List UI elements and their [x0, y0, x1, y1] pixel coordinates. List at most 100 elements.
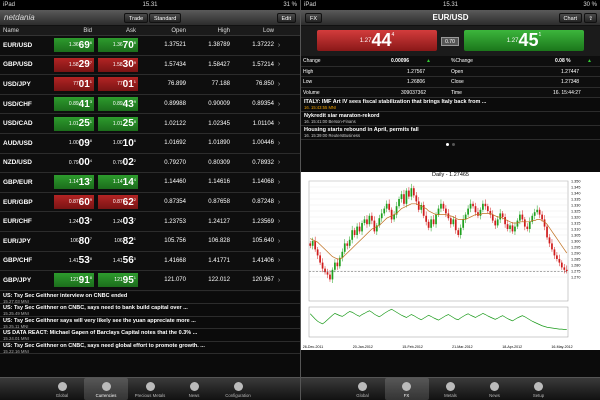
bid-prefix: 1.36 [68, 42, 79, 49]
tab-currencies[interactable]: Currencies [84, 378, 128, 400]
quote-row[interactable]: USD/JPY 77 01 1 77 01 1 76.899 77.188 76.850 › [0, 75, 300, 95]
ask-quote-cell[interactable]: 0.79 02 2 [98, 156, 138, 170]
tab-fx[interactable]: FX [384, 378, 429, 400]
quote-row[interactable]: GBP/EUR 1.14 13 2 1.14 14 4 1.14460 1.14616 1.140… [0, 173, 300, 193]
bid-quote-cell[interactable]: 1.36 69 6 [54, 38, 94, 53]
tab-precious-metals[interactable]: Precious Metals [128, 378, 172, 400]
news-item[interactable]: US: Tsy Sec Geithner says will very like… [0, 317, 300, 330]
chevron-right-icon[interactable]: › [274, 101, 284, 108]
trade-button[interactable]: Trade [124, 13, 149, 23]
chevron-right-icon[interactable]: › [274, 81, 284, 88]
edit-button[interactable]: Edit [276, 13, 296, 23]
ask-quote-cell[interactable]: 1.58 30 9 [98, 57, 138, 72]
page-dot-2[interactable] [452, 142, 455, 146]
page-dot-1[interactable] [446, 142, 449, 146]
quote-row[interactable]: AUD/USD 1.00 09 8 1.00 10 6 1.01692 1.01890 1.004… [0, 133, 300, 154]
chevron-right-icon[interactable]: › [274, 257, 284, 264]
ask-quote-cell[interactable]: 1.14 14 4 [98, 175, 138, 190]
bid-quote-cell[interactable]: 121 91 8 [54, 273, 94, 288]
bid-quote-cell[interactable]: 1.01 25 1 [54, 116, 94, 131]
quote-row[interactable]: USD/CHF 0.89 41 3 0.89 43 9 0.89988 0.90009 0.893… [0, 94, 300, 115]
quote-row[interactable]: EUR/GBP 0.87 60 9 0.87 62 2 0.87354 0.87658 0.872… [0, 192, 300, 213]
bid-quote-cell[interactable]: 1.58 29 7 [54, 57, 94, 72]
bid-quote-cell[interactable]: 0.87 60 9 [54, 195, 94, 210]
bid-quote-cell[interactable]: 1.24 03 8 [54, 215, 94, 229]
chevron-right-icon[interactable]: › [274, 238, 284, 245]
candle-body [403, 194, 405, 204]
ask-quote-cell[interactable]: 0.89 43 9 [98, 97, 138, 112]
bid-quote-cell[interactable]: 1.00 09 8 [54, 136, 94, 150]
tab-configuration[interactable]: Configuration [216, 378, 260, 400]
chevron-right-icon[interactable]: › [274, 42, 284, 49]
bid-quote-cell[interactable]: 1.14 13 2 [54, 175, 94, 190]
bid-quote-cell[interactable]: 106 80 7 [54, 234, 94, 248]
ask-quote-cell[interactable]: 1.24 03 7 [98, 215, 138, 229]
news-item[interactable]: US: Tsy Sec Geithner on CNBC, says need … [0, 304, 300, 317]
tab-metals[interactable]: Metals [429, 378, 473, 400]
candle-body [442, 203, 445, 209]
chevron-right-icon[interactable]: › [274, 218, 284, 225]
ask-quote-cell[interactable]: 106 82 1 [98, 234, 138, 248]
standard-button[interactable]: Standard [149, 13, 182, 23]
chevron-right-icon[interactable]: › [274, 199, 284, 206]
buy-prefix: 1.27 [506, 37, 519, 44]
news-item[interactable]: US: Tsy Sec Geithner interview on CNBC e… [0, 292, 300, 305]
quote-row[interactable]: EUR/JPY 106 80 7 106 82 1 105.756 106.828 105.640… [0, 231, 300, 252]
buy-quote-button[interactable]: 1.27 45 1 [464, 30, 584, 51]
open-value: 105.756 [164, 238, 186, 245]
news-item[interactable]: US: Tsy Sec Geithner on CNBC, says need … [0, 342, 300, 354]
news-item[interactable]: Nykredit siar maraton-rekord 16. 15:41:00… [301, 112, 600, 126]
tab-label: Setup [532, 393, 545, 398]
bid-quote-cell[interactable]: 0.79 00 4 [54, 156, 94, 170]
candle-body [462, 219, 465, 228]
share-icon[interactable]: ⇪ [584, 13, 597, 23]
price-chart[interactable]: Daily - 1.27465 1.350 1.345 1.340 1.335 1.33… [301, 172, 600, 350]
ask-quote-cell[interactable]: 121 95 1 [98, 273, 138, 288]
time-label: Time [451, 89, 462, 96]
tab-news[interactable]: News [172, 378, 216, 400]
quote-row[interactable]: EUR/USD 1.36 69 6 1.36 70 6 1.37521 1.38789 1.372… [0, 36, 300, 56]
tab-global[interactable]: Global [341, 378, 385, 400]
chevron-right-icon[interactable]: › [274, 140, 284, 147]
bid-pips: 03 [78, 216, 90, 228]
ask-quote-cell[interactable]: 0.87 62 2 [98, 195, 138, 210]
currencies-pane: iPad 15.31 31 % netdania Trade Standard … [0, 0, 300, 400]
instrument-title: EUR/USD [432, 13, 469, 22]
bid-quote-cell[interactable]: 77 01 1 [54, 77, 94, 92]
ask-quote-cell[interactable]: 77 01 1 [98, 77, 138, 92]
quote-row[interactable]: GBP/JPY 121 91 8 121 95 1 121.070 122.012 120.967… [0, 271, 300, 291]
chevron-right-icon[interactable]: › [274, 61, 284, 68]
quote-row[interactable]: EUR/CHF 1.24 03 8 1.24 03 7 1.23753 1.24127 1.235… [0, 212, 300, 232]
bid-quote-cell[interactable]: 0.89 41 3 [54, 97, 94, 112]
bid-quote-cell[interactable]: 1.41 53 8 [54, 254, 94, 268]
low-value: 1.57214 [252, 61, 274, 68]
tab-setup[interactable]: Setup [517, 378, 561, 400]
ask-quote-cell[interactable]: 1.36 70 6 [98, 38, 138, 53]
globe-icon [358, 382, 367, 391]
quote-row[interactable]: GBP/USD 1.58 29 7 1.58 30 9 1.57434 1.58427 1.572… [0, 55, 300, 76]
news-item[interactable]: ITALY: IMF Art IV sees fiscal stabilizat… [301, 98, 600, 112]
ask-quote-cell[interactable]: 1.00 10 6 [98, 136, 138, 150]
chevron-right-icon[interactable]: › [274, 159, 284, 166]
spread-badge: 0.70 [441, 37, 459, 46]
quote-row[interactable]: NZD/USD 0.79 00 4 0.79 02 2 0.79270 0.80309 0.789… [0, 153, 300, 174]
chevron-right-icon[interactable]: › [274, 179, 284, 186]
chevron-right-icon[interactable]: › [274, 277, 284, 284]
quote-row[interactable]: USD/CAD 1.01 25 1 1.01 25 8 1.02122 1.02345 1.011… [0, 114, 300, 134]
tab-news[interactable]: News [473, 378, 517, 400]
news-item[interactable]: Housing starts rebound in April, permits… [301, 126, 600, 140]
sell-pips: 44 [371, 30, 392, 50]
chevron-right-icon[interactable]: › [274, 120, 284, 127]
tab-global[interactable]: Global [40, 378, 84, 400]
news-item[interactable]: US DATA REACT: Michael Gapen of Barclays… [0, 329, 300, 342]
quote-row[interactable]: GBP/CHF 1.41 53 8 1.41 56 5 1.41668 1.41771 1.414… [0, 251, 300, 272]
bid-pips: 80 [78, 235, 90, 247]
candle-body [410, 188, 413, 197]
bid-prefix: 121 [70, 277, 79, 284]
sell-quote-button[interactable]: 1.27 44 4 [317, 30, 437, 51]
high-value: 1.58427 [208, 61, 230, 68]
bid-prefix: 106 [70, 238, 79, 245]
chart-button[interactable]: Chart [558, 13, 582, 23]
ask-quote-cell[interactable]: 1.41 56 5 [98, 254, 138, 268]
ask-quote-cell[interactable]: 1.01 25 8 [98, 116, 138, 131]
